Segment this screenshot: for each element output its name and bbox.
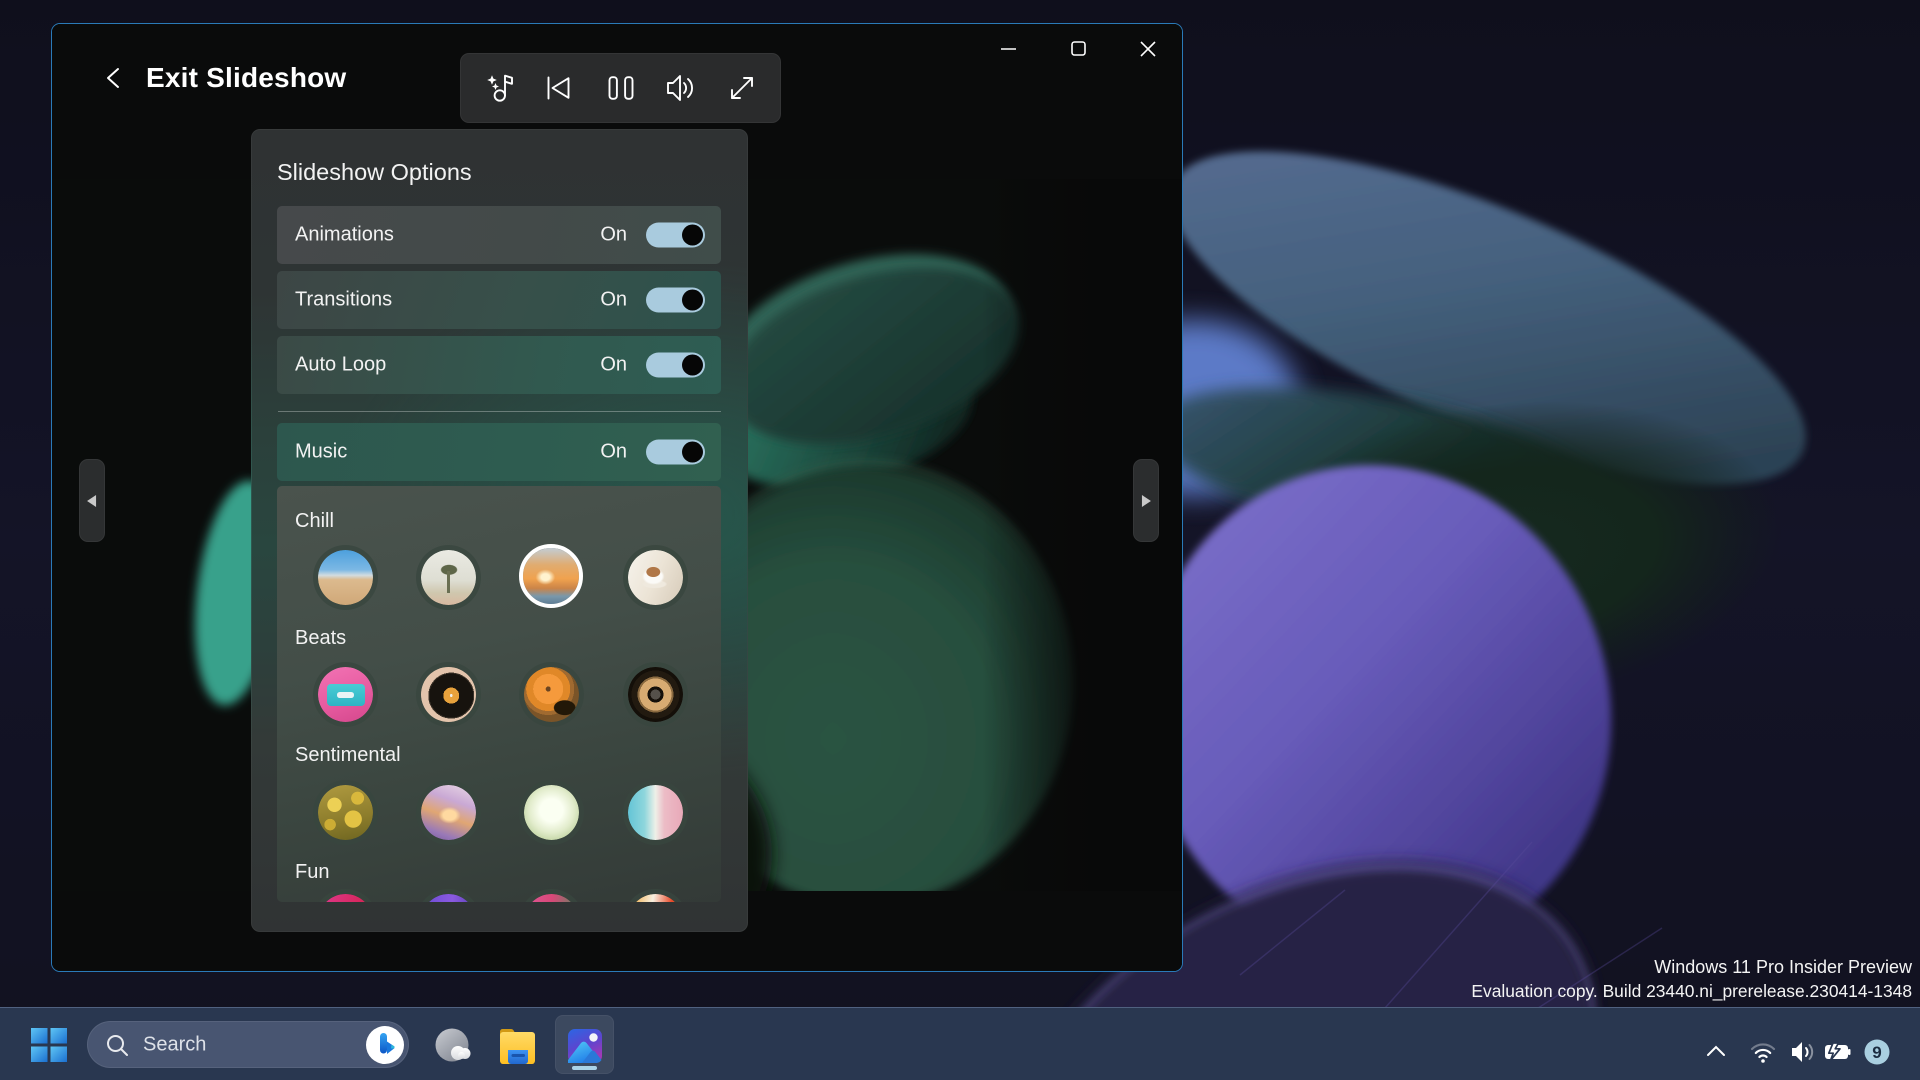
svg-text:9: 9 <box>1872 1043 1881 1062</box>
